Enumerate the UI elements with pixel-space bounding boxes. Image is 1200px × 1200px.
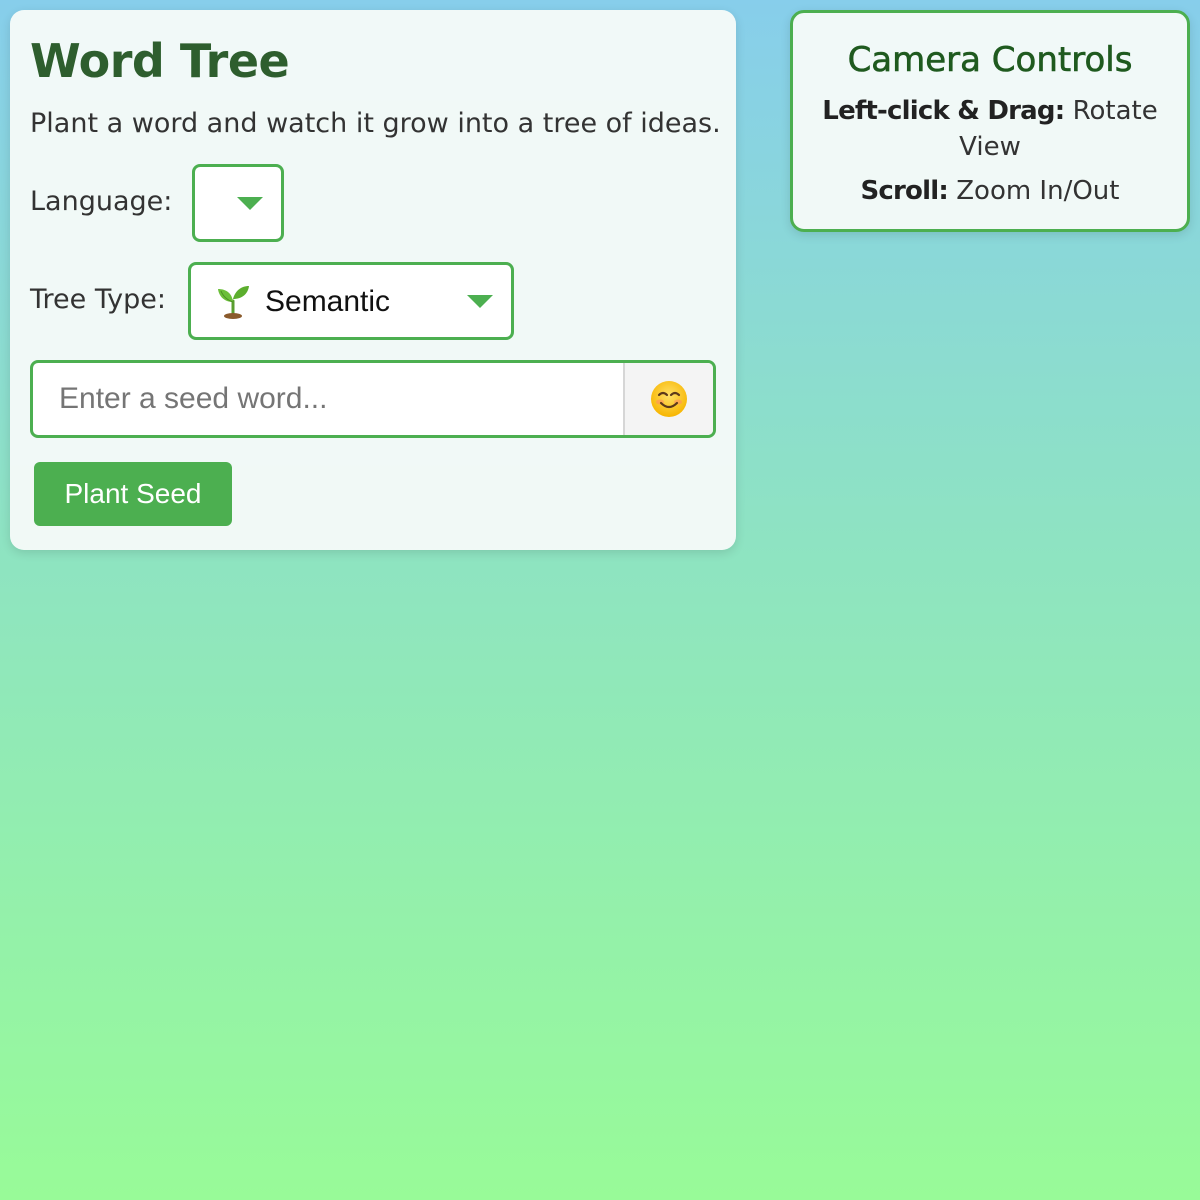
- page-title: Word Tree: [30, 34, 290, 88]
- rotate-instruction: Left-click & Drag: Rotate View: [813, 93, 1167, 165]
- chevron-down-icon: [467, 295, 493, 308]
- camera-controls-panel: Camera Controls Left-click & Drag: Rotat…: [790, 10, 1190, 232]
- language-select[interactable]: [192, 164, 284, 242]
- tree-type-value: Semantic: [265, 285, 391, 318]
- plant-seed-button[interactable]: Plant Seed: [34, 462, 232, 526]
- zoom-action: Zoom In/Out: [956, 176, 1120, 206]
- word-tree-panel: Word Tree Plant a word and watch it grow…: [10, 10, 736, 550]
- zoom-key: Scroll:: [860, 176, 949, 206]
- emoji-picker-button[interactable]: [623, 363, 713, 435]
- seed-input-group: [30, 360, 716, 438]
- page-subtitle: Plant a word and watch it grow into a tr…: [30, 108, 721, 139]
- seed-word-input[interactable]: [33, 363, 623, 435]
- language-label: Language:: [30, 186, 173, 217]
- zoom-instruction: Scroll: Zoom In/Out: [813, 173, 1167, 209]
- seedling-icon: [218, 286, 249, 319]
- smiling-face-icon: [651, 381, 687, 417]
- rotate-key: Left-click & Drag:: [822, 96, 1065, 126]
- camera-controls-title: Camera Controls: [847, 40, 1133, 80]
- tree-type-label: Tree Type:: [30, 284, 166, 315]
- chevron-down-icon: [237, 197, 263, 210]
- tree-type-select[interactable]: Semantic: [188, 262, 514, 340]
